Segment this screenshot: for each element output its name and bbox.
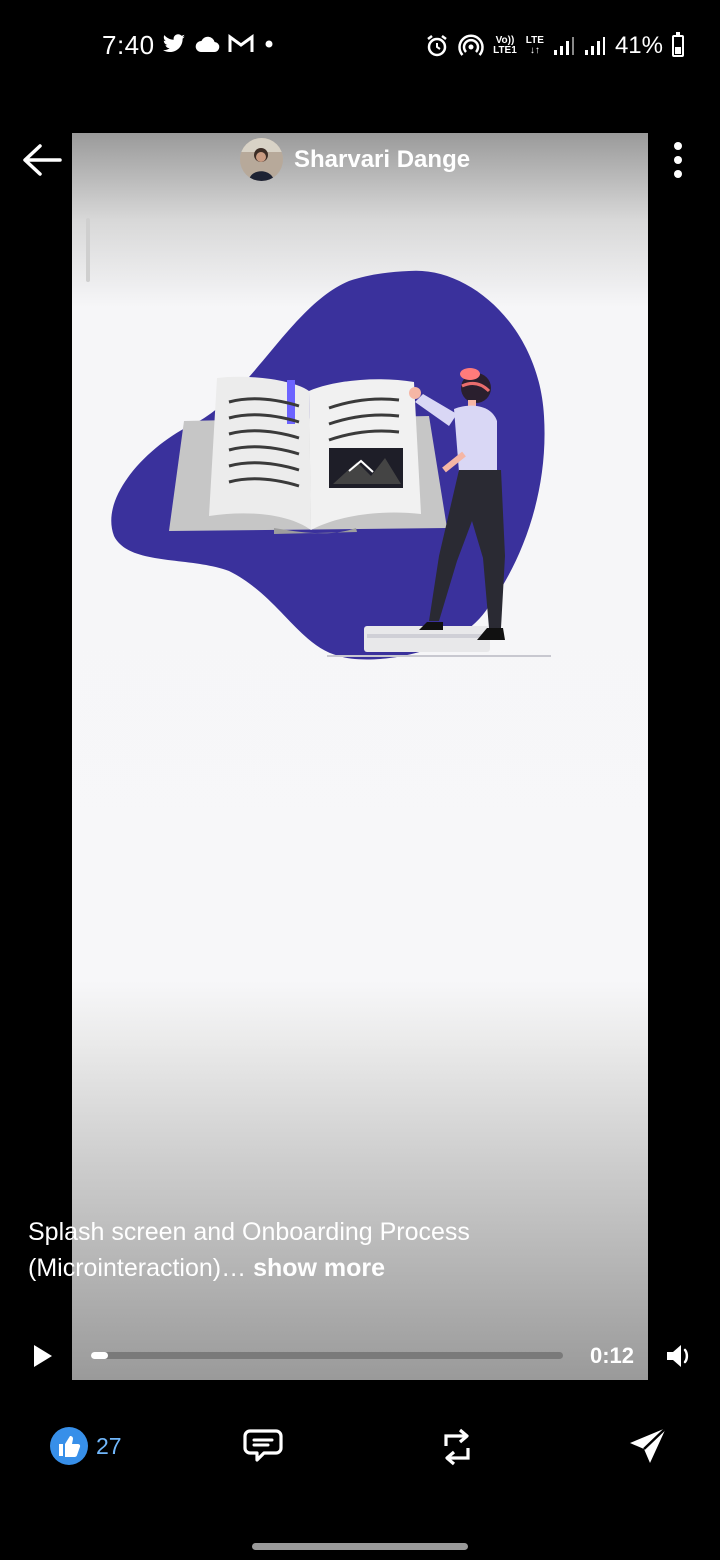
video-time: 0:12 xyxy=(590,1343,635,1368)
more-options-icon[interactable] xyxy=(670,140,686,180)
signal-icon xyxy=(553,37,574,55)
show-more-link[interactable]: show more xyxy=(253,1254,385,1282)
notification-icons xyxy=(162,34,276,54)
volte-indicator: Vo)) LTE1 xyxy=(493,35,517,56)
post-author[interactable]: Sharvari Dange xyxy=(240,138,470,181)
gmail-icon xyxy=(228,34,254,52)
battery-percent: 41% xyxy=(614,32,663,59)
like-count: 27 xyxy=(96,1432,122,1459)
avatar[interactable] xyxy=(240,138,283,181)
status-bar: 7:40 Vo)) LTE1 LTE ↓↑ 41% xyxy=(0,0,720,92)
book-illustration xyxy=(111,270,551,660)
video-progress-bar[interactable] xyxy=(91,1352,563,1359)
author-name[interactable]: Sharvari Dange xyxy=(294,146,470,174)
volume-icon[interactable] xyxy=(664,1341,694,1371)
hotspot-icon xyxy=(458,34,484,56)
cloud-icon xyxy=(195,36,220,53)
status-time: 7:40 xyxy=(102,30,155,60)
home-indicator[interactable] xyxy=(252,1543,468,1550)
like-button[interactable]: 27 xyxy=(50,1427,122,1465)
thumbs-up-icon xyxy=(50,1427,88,1465)
system-icons: Vo)) LTE1 LTE ↓↑ 41% xyxy=(425,32,684,60)
alarm-icon xyxy=(427,35,447,57)
repost-icon[interactable] xyxy=(438,1426,476,1468)
play-icon[interactable] xyxy=(30,1342,56,1370)
battery-icon xyxy=(672,32,684,57)
twitter-icon xyxy=(162,34,185,52)
signal-icon-2 xyxy=(584,37,605,55)
comment-icon[interactable] xyxy=(242,1426,284,1466)
scroll-indicator xyxy=(86,218,90,282)
dot-icon xyxy=(265,40,273,48)
back-arrow-icon[interactable] xyxy=(20,140,64,180)
lte-indicator: LTE ↓↑ xyxy=(525,35,544,56)
post-caption: Splash screen and Onboarding Process (Mi… xyxy=(28,1214,628,1286)
caption-text: Splash screen and Onboarding Process (Mi… xyxy=(28,1218,470,1282)
video-progress-fill xyxy=(91,1352,108,1359)
send-icon[interactable] xyxy=(627,1425,669,1467)
video-player[interactable] xyxy=(72,133,648,1380)
post-actions: 27 xyxy=(0,1420,720,1480)
